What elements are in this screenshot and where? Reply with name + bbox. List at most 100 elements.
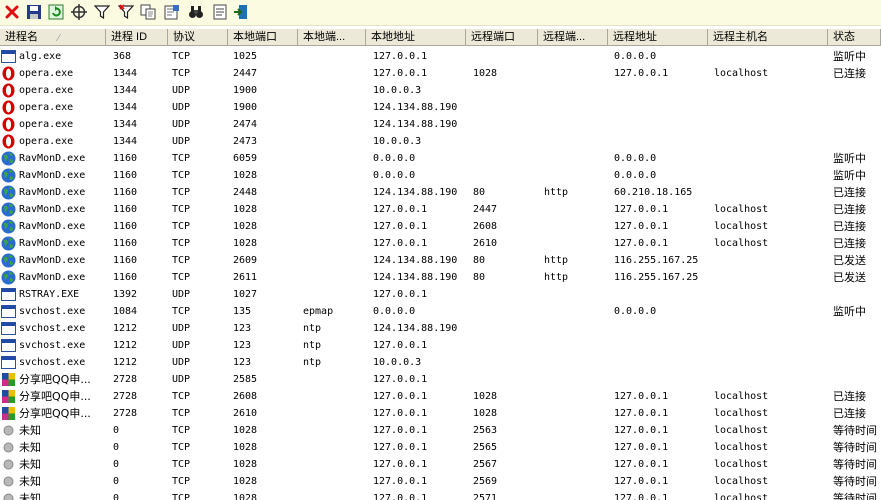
table-cell [303,269,366,286]
column-header-3[interactable]: 本地端口 [228,29,298,45]
process-opera-icon [1,100,16,115]
table-cell: svchost.exe [19,323,86,334]
table-cell: 1160 [113,272,138,283]
column-header-4[interactable]: 本地端... [298,29,366,45]
table-row[interactable]: 未知 0 TCP 1028 127.0.0.1 2563 127.0.0.1 localhos… [0,422,881,439]
notepad-icon[interactable] [210,2,230,22]
filter-icon[interactable] [92,2,112,22]
target-icon[interactable] [69,2,89,22]
table-cell: 1900 [233,102,258,113]
table-cell [303,116,366,133]
table-cell: 1160 [113,238,138,249]
table-cell [833,82,881,99]
column-header-5[interactable]: 本地地址 [366,29,466,45]
column-header-label: 协议 [173,31,195,43]
table-row[interactable]: RavMonD.exe 1160 TCP 6059 0.0.0.0 0.0.0.0 监听中 [0,150,881,167]
table-cell [714,133,828,150]
column-header-10[interactable]: 状态 [828,29,881,45]
process-globe-icon [1,219,16,234]
table-row[interactable]: opera.exe 1344 TCP 2447 127.0.0.1 1028 127.0.0… [0,65,881,82]
table-cell [714,371,828,388]
column-header-2[interactable]: 协议 [168,29,228,45]
table-cell [303,252,366,269]
table-row[interactable]: RavMonD.exe 1160 TCP 1028 127.0.0.1 2447 127.0… [0,201,881,218]
copy-icon[interactable] [138,2,158,22]
table-cell [544,456,608,473]
table-row[interactable]: 分享吧QQ申... 2728 UDP 2585 127.0.0.1 [0,371,881,388]
table-cell: 127.0.0.1 [614,221,669,232]
table-row[interactable]: svchost.exe 1084 TCP 135 epmap 0.0.0.0 0.0.0.0… [0,303,881,320]
table-row[interactable]: RavMonD.exe 1160 TCP 2611 124.134.88.190 80 ht… [0,269,881,286]
table-cell: 0 [113,425,120,436]
properties-icon[interactable] [162,2,182,22]
column-header-1[interactable]: 进程 ID [106,29,168,45]
table-cell [544,422,608,439]
table-row[interactable]: RavMonD.exe 1160 TCP 1028 127.0.0.1 2610 127.0… [0,235,881,252]
table-row[interactable]: RavMonD.exe 1160 TCP 1028 127.0.0.1 2608 127.0… [0,218,881,235]
table-row[interactable]: svchost.exe 1212 UDP 123 ntp 10.0.0.3 [0,354,881,371]
table-cell [544,354,608,371]
column-header-6[interactable]: 远程端口 [466,29,538,45]
filter-options-icon[interactable] [116,2,136,22]
table-row[interactable]: opera.exe 1344 UDP 1900 10.0.0.3 [0,82,881,99]
table-cell: 2473 [233,136,258,147]
table-cell: localhost [714,238,769,249]
table-cell: ntp [303,323,322,334]
table-row[interactable]: svchost.exe 1212 UDP 123 ntp 127.0.0.1 [0,337,881,354]
table-row[interactable]: RavMonD.exe 1160 TCP 2448 124.134.88.190 80 ht… [0,184,881,201]
process-globe-icon [1,185,16,200]
table-cell [833,354,881,371]
close-connection-icon[interactable] [2,2,22,22]
table-cell: 124.134.88.190 [373,255,458,266]
table-cell: 已连接 [833,237,866,250]
table-cell: 0 [113,476,120,487]
table-row[interactable]: alg.exe 368 TCP 1025 127.0.0.1 0.0.0.0 监听中 [0,48,881,65]
table-cell [473,99,538,116]
refresh-icon[interactable] [46,2,66,22]
table-row[interactable]: 分享吧QQ申... 2728 TCP 2608 127.0.0.1 1028 127.0.0… [0,388,881,405]
table-row[interactable]: 分享吧QQ申... 2728 TCP 2610 127.0.0.1 1028 127.0.0… [0,405,881,422]
process-opera-icon [1,134,16,149]
table-cell [303,184,366,201]
table-cell [303,473,366,490]
table-cell: localhost [714,459,769,470]
table-cell: localhost [714,408,769,419]
table-row[interactable]: opera.exe 1344 UDP 2474 124.134.88.190 [0,116,881,133]
table-row[interactable]: 未知 0 TCP 1028 127.0.0.1 2567 127.0.0.1 localhos… [0,456,881,473]
process-opera-icon [1,66,16,81]
table-row[interactable]: 未知 0 TCP 1028 127.0.0.1 2565 127.0.0.1 localhos… [0,439,881,456]
table-cell [473,150,538,167]
table-cell: 2569 [473,476,498,487]
table-cell: 135 [233,306,252,317]
table-cell: 1028 [233,221,258,232]
table-cell [544,218,608,235]
table-cell: 分享吧QQ申... [19,390,91,403]
save-icon[interactable] [24,2,44,22]
find-icon[interactable] [186,2,206,22]
table-row[interactable]: 未知 0 TCP 1028 127.0.0.1 2569 127.0.0.1 localhos… [0,473,881,490]
column-header-7[interactable]: 远程端... [538,29,608,45]
table-row[interactable]: RavMonD.exe 1160 TCP 1028 0.0.0.0 0.0.0.0 监听中 [0,167,881,184]
table-row[interactable]: svchost.exe 1212 UDP 123 ntp 124.134.88.190 [0,320,881,337]
column-header-8[interactable]: 远程地址 [608,29,708,45]
table-cell [833,116,881,133]
table-cell: UDP [172,85,191,96]
table-cell: TCP [172,493,191,500]
table-cell: TCP [172,204,191,215]
column-header-0[interactable]: 进程名 ⁄ [0,29,106,45]
table-row[interactable]: RavMonD.exe 1160 TCP 2609 124.134.88.190 80 ht… [0,252,881,269]
column-header-9[interactable]: 远程主机名 [708,29,828,45]
table-cell: 1160 [113,204,138,215]
table-cell: 127.0.0.1 [373,204,428,215]
table-cell [473,167,538,184]
table-cell [714,48,828,65]
exit-icon[interactable] [231,2,251,22]
sort-indicator-icon: ⁄ [58,33,60,44]
table-cell: 2728 [113,408,138,419]
table-row[interactable]: opera.exe 1344 UDP 2473 10.0.0.3 [0,133,881,150]
table-row[interactable]: RSTRAY.EXE 1392 UDP 1027 127.0.0.1 [0,286,881,303]
table-cell: ntp [303,340,322,351]
table-cell: 0.0.0.0 [614,153,657,164]
table-row[interactable]: opera.exe 1344 UDP 1900 124.134.88.190 [0,99,881,116]
table-row[interactable]: 未知 0 TCP 1028 127.0.0.1 2571 127.0.0.1 localhos… [0,490,881,500]
